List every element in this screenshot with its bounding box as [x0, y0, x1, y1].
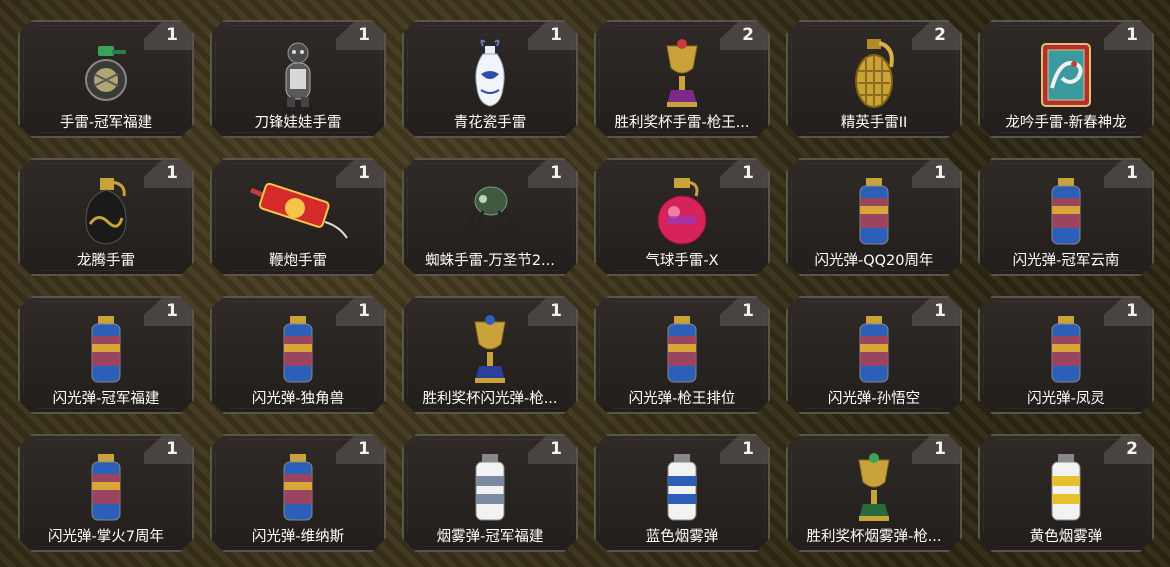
- item-name: 胜利奖杯手雷-枪王...: [614, 115, 750, 131]
- smoke-grenade-icon: [627, 450, 737, 526]
- firecracker-icon: [243, 174, 353, 250]
- inventory-item-card[interactable]: 1 鞭炮手雷: [210, 158, 386, 276]
- item-count: 2: [742, 25, 754, 45]
- balloon-grenade-icon: [627, 174, 737, 250]
- item-count: 2: [1126, 439, 1138, 459]
- item-name: 闪光弹-孙悟空: [827, 391, 921, 407]
- item-count: 1: [166, 25, 178, 45]
- item-name: 闪光弹-冠军云南: [1012, 253, 1120, 269]
- gold-grenade-icon: [819, 36, 929, 112]
- inventory-item-card[interactable]: 1 青花瓷手雷: [402, 20, 578, 138]
- item-count: 1: [742, 301, 754, 321]
- item-count: 1: [1126, 25, 1138, 45]
- inventory-item-card[interactable]: 1 烟雾弹-冠军福建: [402, 434, 578, 552]
- inventory-item-card[interactable]: 1 龙吟手雷-新春神龙: [978, 20, 1154, 138]
- item-name: 胜利奖杯闪光弹-枪...: [422, 391, 558, 407]
- item-count: 1: [166, 301, 178, 321]
- item-name: 闪光弹-凤灵: [1027, 391, 1105, 407]
- item-count: 2: [934, 25, 946, 45]
- dragon-box-icon: [1011, 36, 1121, 112]
- item-count: 1: [166, 439, 178, 459]
- item-count: 1: [934, 439, 946, 459]
- inventory-item-card[interactable]: 2 黄色烟雾弹: [978, 434, 1154, 552]
- item-name: 龙吟手雷-新春神龙: [1005, 115, 1127, 131]
- trophy-flashbang-icon: [435, 312, 545, 388]
- inventory-grid: 1 手雷-冠军福建 1 刀锋娃娃手雷 1 青花瓷手雷 2 胜利奖杯手雷-枪王... 2 精英手雷I…: [18, 20, 1154, 552]
- item-count: 1: [1126, 301, 1138, 321]
- item-count: 1: [934, 163, 946, 183]
- inventory-item-card[interactable]: 1 闪光弹-枪王排位: [594, 296, 770, 414]
- item-name: 闪光弹-独角兽: [251, 391, 345, 407]
- item-count: 1: [742, 163, 754, 183]
- item-count: 1: [358, 439, 370, 459]
- inventory-item-card[interactable]: 1 闪光弹-孙悟空: [786, 296, 962, 414]
- item-name: 闪光弹-QQ20周年: [814, 253, 934, 269]
- inventory-item-card[interactable]: 1 蓝色烟雾弹: [594, 434, 770, 552]
- flashbang-icon: [243, 450, 353, 526]
- inventory-item-card[interactable]: 1 闪光弹-QQ20周年: [786, 158, 962, 276]
- inventory-item-card[interactable]: 1 气球手雷-X: [594, 158, 770, 276]
- item-name: 龙腾手雷: [77, 253, 135, 269]
- item-name: 黄色烟雾弹: [1029, 529, 1103, 545]
- doll-grenade-icon: [243, 36, 353, 112]
- item-count: 1: [550, 25, 562, 45]
- item-name: 鞭炮手雷: [269, 253, 327, 269]
- inventory-item-card[interactable]: 1 闪光弹-独角兽: [210, 296, 386, 414]
- inventory-item-card[interactable]: 1 闪光弹-掌火7周年: [18, 434, 194, 552]
- spider-grenade-icon: [435, 174, 545, 250]
- inventory-item-card[interactable]: 1 闪光弹-冠军福建: [18, 296, 194, 414]
- item-count: 1: [358, 25, 370, 45]
- inventory-item-card[interactable]: 1 闪光弹-冠军云南: [978, 158, 1154, 276]
- flashbang-icon: [1011, 174, 1121, 250]
- item-count: 1: [358, 163, 370, 183]
- inventory-item-card[interactable]: 2 精英手雷II: [786, 20, 962, 138]
- inventory-item-card[interactable]: 1 刀锋娃娃手雷: [210, 20, 386, 138]
- item-name: 手雷-冠军福建: [59, 115, 153, 131]
- inventory-item-card[interactable]: 1 闪光弹-维纳斯: [210, 434, 386, 552]
- dragon-grenade-icon: [51, 174, 161, 250]
- flashbang-icon: [819, 312, 929, 388]
- item-name: 蓝色烟雾弹: [645, 529, 719, 545]
- item-name: 刀锋娃娃手雷: [254, 115, 342, 131]
- item-name: 蜘蛛手雷-万圣节2...: [425, 253, 555, 269]
- trophy-smoke-icon: [819, 450, 929, 526]
- item-name: 胜利奖杯烟雾弹-枪...: [806, 529, 942, 545]
- item-count: 1: [550, 439, 562, 459]
- smoke-grenade-icon: [1011, 450, 1121, 526]
- inventory-item-card[interactable]: 1 闪光弹-凤灵: [978, 296, 1154, 414]
- item-count: 1: [550, 301, 562, 321]
- item-count: 1: [358, 301, 370, 321]
- inventory-item-card[interactable]: 1 胜利奖杯烟雾弹-枪...: [786, 434, 962, 552]
- smoke-grenade-icon: [435, 450, 545, 526]
- item-count: 1: [934, 301, 946, 321]
- item-name: 闪光弹-冠军福建: [52, 391, 160, 407]
- item-name: 烟雾弹-冠军福建: [436, 529, 544, 545]
- inventory-item-card[interactable]: 1 龙腾手雷: [18, 158, 194, 276]
- flashbang-icon: [51, 312, 161, 388]
- item-name: 闪光弹-枪王排位: [628, 391, 736, 407]
- item-name: 闪光弹-掌火7周年: [48, 529, 164, 545]
- item-count: 1: [742, 439, 754, 459]
- inventory-item-card[interactable]: 1 胜利奖杯闪光弹-枪...: [402, 296, 578, 414]
- flashbang-icon: [1011, 312, 1121, 388]
- item-name: 气球手雷-X: [645, 253, 719, 269]
- porcelain-vase-icon: [435, 36, 545, 112]
- trophy-grenade-icon: [627, 36, 737, 112]
- flashbang-icon: [243, 312, 353, 388]
- flashbang-icon: [627, 312, 737, 388]
- inventory-item-card[interactable]: 1 手雷-冠军福建: [18, 20, 194, 138]
- item-name: 青花瓷手雷: [453, 115, 527, 131]
- item-count: 1: [1126, 163, 1138, 183]
- item-count: 1: [166, 163, 178, 183]
- item-count: 1: [550, 163, 562, 183]
- flashbang-icon: [819, 174, 929, 250]
- inventory-item-card[interactable]: 2 胜利奖杯手雷-枪王...: [594, 20, 770, 138]
- flashbang-icon: [51, 450, 161, 526]
- item-name: 闪光弹-维纳斯: [251, 529, 345, 545]
- inventory-item-card[interactable]: 1 蜘蛛手雷-万圣节2...: [402, 158, 578, 276]
- grenade-green-icon: [51, 36, 161, 112]
- item-name: 精英手雷II: [840, 115, 908, 131]
